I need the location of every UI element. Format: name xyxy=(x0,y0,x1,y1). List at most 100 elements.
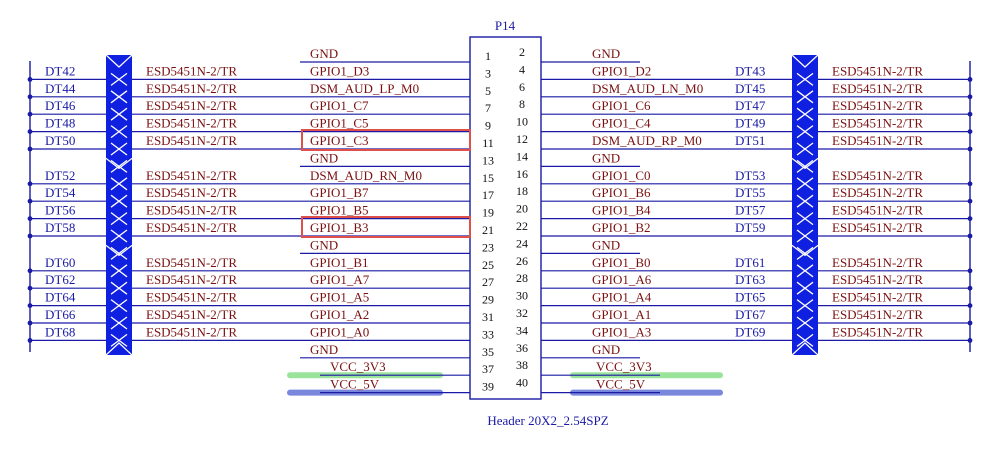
net-label: GND xyxy=(592,150,620,165)
diode-ref-label: DT63 xyxy=(735,272,765,287)
diode-ref-label: DT62 xyxy=(45,272,75,287)
pin-number: 5 xyxy=(485,84,491,98)
junction-dot xyxy=(27,268,33,274)
esd-part-label: ESD5451N-2/TR xyxy=(832,272,923,287)
pin-number: 24 xyxy=(516,236,528,250)
pin-number: 36 xyxy=(516,341,528,355)
net-label: GPIO1_B5 xyxy=(310,203,369,218)
pin-number: 14 xyxy=(516,149,528,163)
esd-part-label: ESD5451N-2/TR xyxy=(146,185,237,200)
diode-ref-label: DT42 xyxy=(45,63,75,78)
net-label: GPIO1_A7 xyxy=(310,272,370,287)
junction-dot xyxy=(967,111,973,117)
net-label: GPIO1_D2 xyxy=(592,63,651,78)
esd-part-label: ESD5451N-2/TR xyxy=(832,63,923,78)
net-label: GND xyxy=(592,46,620,61)
esd-part-label: ESD5451N-2/TR xyxy=(146,324,237,339)
net-label: GPIO1_B6 xyxy=(592,185,651,200)
pin-number: 33 xyxy=(482,327,494,341)
net-label: GPIO1_C0 xyxy=(592,168,651,183)
net-label: GPIO1_B0 xyxy=(592,255,651,270)
junction-dot xyxy=(967,285,973,291)
esd-diode-array xyxy=(106,55,132,355)
diode-ref-label: DT47 xyxy=(735,98,766,113)
header-ref-label: P14 xyxy=(495,18,516,33)
diode-ref-label: DT50 xyxy=(45,133,75,148)
net-label: VCC_3V3 xyxy=(330,359,386,374)
esd-part-label: ESD5451N-2/TR xyxy=(146,168,237,183)
pin-number: 31 xyxy=(482,310,494,324)
pin-number: 40 xyxy=(516,376,528,390)
esd-part-label: ESD5451N-2/TR xyxy=(832,290,923,305)
esd-part-label: ESD5451N-2/TR xyxy=(832,98,923,113)
diode-ref-label: DT64 xyxy=(45,290,76,305)
net-label: GPIO1_A2 xyxy=(310,307,369,322)
esd-part-label: ESD5451N-2/TR xyxy=(832,116,923,131)
pin-number: 21 xyxy=(482,223,494,237)
diode-ref-label: DT54 xyxy=(45,185,76,200)
pin-number: 26 xyxy=(516,254,528,268)
net-label: VCC_3V3 xyxy=(596,359,652,374)
diode-ref-label: DT65 xyxy=(735,290,765,305)
pin-number: 18 xyxy=(516,184,528,198)
junction-dot xyxy=(27,146,33,152)
diode-ref-label: DT45 xyxy=(735,81,765,96)
pin-number: 23 xyxy=(482,240,494,254)
pin-number: 34 xyxy=(516,323,528,337)
net-label: GPIO1_C4 xyxy=(592,116,651,131)
junction-dot xyxy=(27,233,33,239)
junction-dot xyxy=(967,320,973,326)
junction-dot xyxy=(967,94,973,100)
diode-ref-label: DT55 xyxy=(735,185,765,200)
pin-number: 10 xyxy=(516,115,528,129)
junction-dot xyxy=(27,338,33,343)
junction-dot xyxy=(27,216,33,222)
junction-dot xyxy=(27,77,33,82)
junction-dot xyxy=(27,111,33,117)
esd-part-label: ESD5451N-2/TR xyxy=(832,307,923,322)
pin-number: 25 xyxy=(482,258,494,272)
diode-ref-label: DT69 xyxy=(735,324,765,339)
diode-ref-label: DT57 xyxy=(735,203,766,218)
junction-dot xyxy=(27,320,33,326)
net-label: GPIO1_B1 xyxy=(310,255,369,270)
net-label: GPIO1_B4 xyxy=(592,203,651,218)
pin-number: 8 xyxy=(519,97,525,111)
diode-ref-label: DT58 xyxy=(45,220,75,235)
diode-ref-label: DT61 xyxy=(735,255,765,270)
pin-number: 7 xyxy=(485,101,491,115)
net-label: VCC_5V xyxy=(330,377,380,392)
net-label: GPIO1_C5 xyxy=(310,116,369,131)
diode-ref-label: DT49 xyxy=(735,116,765,131)
esd-part-label: ESD5451N-2/TR xyxy=(832,203,923,218)
diode-ref-label: DT53 xyxy=(735,168,765,183)
diode-ref-label: DT48 xyxy=(45,116,75,131)
pin-number: 11 xyxy=(482,136,494,150)
net-label: GPIO1_A5 xyxy=(310,290,369,305)
esd-part-label: ESD5451N-2/TR xyxy=(832,168,923,183)
esd-part-label: ESD5451N-2/TR xyxy=(146,272,237,287)
diode-ref-label: DT66 xyxy=(45,307,76,322)
esd-part-label: ESD5451N-2/TR xyxy=(146,203,237,218)
net-label: VCC_5V xyxy=(596,377,646,392)
net-label: GPIO1_A3 xyxy=(592,324,651,339)
pin-number: 1 xyxy=(485,49,491,63)
pin-number: 19 xyxy=(482,206,494,220)
pin-number: 2 xyxy=(519,45,525,59)
diode-ref-label: DT43 xyxy=(735,63,765,78)
diode-ref-label: DT52 xyxy=(45,168,75,183)
diode-ref-label: DT44 xyxy=(45,81,76,96)
pin-number: 37 xyxy=(482,362,494,376)
junction-dot xyxy=(967,216,973,222)
junction-dot xyxy=(967,146,973,152)
esd-part-label: ESD5451N-2/TR xyxy=(146,220,237,235)
junction-dot xyxy=(27,181,33,187)
esd-part-label: ESD5451N-2/TR xyxy=(832,220,923,235)
net-label: GPIO1_B2 xyxy=(592,220,651,235)
pin-number: 6 xyxy=(519,80,525,94)
junction-dot xyxy=(27,94,33,100)
pin-number: 38 xyxy=(516,358,528,372)
net-label: DSM_AUD_LP_M0 xyxy=(310,81,419,96)
net-label: DSM_AUD_LN_M0 xyxy=(592,81,703,96)
junction-dot xyxy=(967,268,973,274)
